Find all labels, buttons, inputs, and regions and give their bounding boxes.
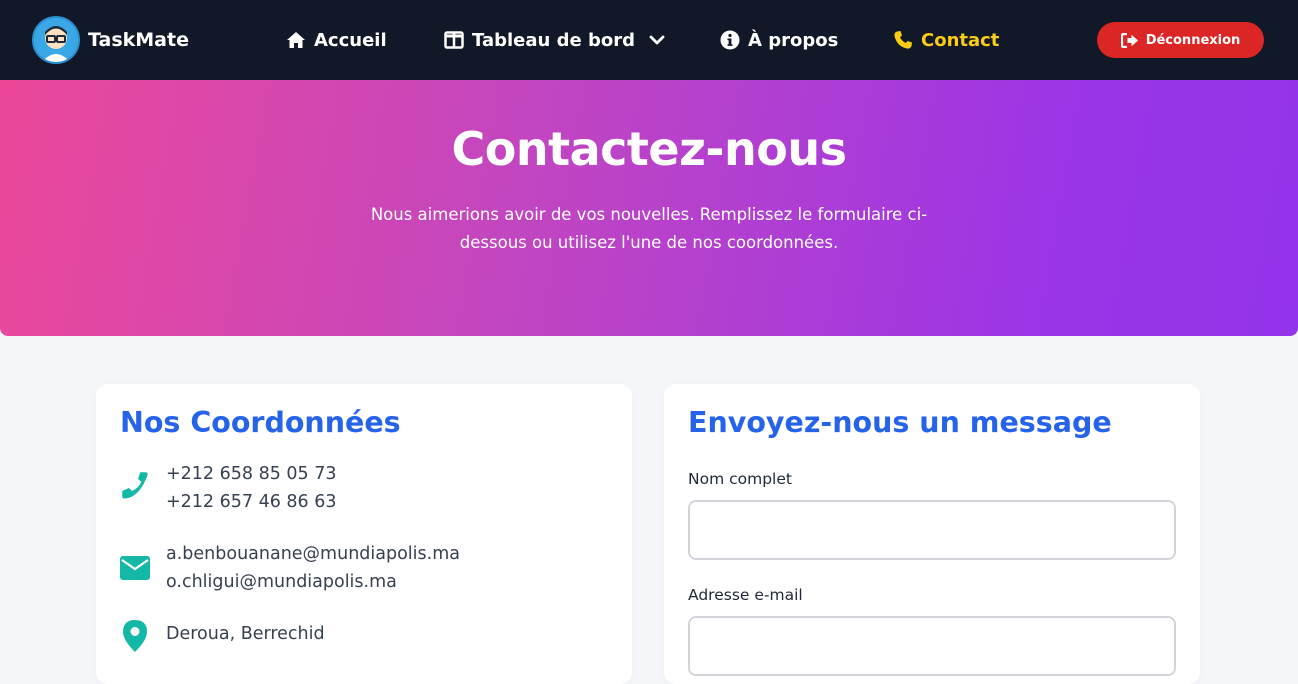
- contact-info-card: Nos Coordonnées +212 658 85 05 73 +212 6…: [96, 384, 632, 684]
- phone-icon: [120, 460, 150, 516]
- phone-number[interactable]: +212 658 85 05 73: [166, 460, 337, 488]
- info-circle-icon: [720, 30, 740, 50]
- nav-home-label: Accueil: [314, 29, 387, 51]
- brand-name: TaskMate: [88, 29, 189, 51]
- envelope-icon: [120, 540, 150, 596]
- phone-number[interactable]: +212 657 46 86 63: [166, 488, 337, 516]
- phone-row: +212 658 85 05 73 +212 657 46 86 63: [120, 460, 337, 516]
- nav-about[interactable]: À propos: [720, 26, 838, 54]
- columns-icon: [444, 31, 464, 49]
- nav-contact[interactable]: Contact: [893, 26, 999, 54]
- email-label: Adresse e-mail: [688, 586, 803, 604]
- name-label: Nom complet: [688, 470, 792, 488]
- location-text: Deroua, Berrechid: [166, 624, 325, 644]
- nav-dashboard[interactable]: Tableau de bord: [444, 26, 665, 54]
- page-title: Contactez-nous: [451, 122, 847, 176]
- nav-dashboard-label: Tableau de bord: [472, 29, 635, 51]
- home-icon: [287, 32, 305, 48]
- logout-button[interactable]: Déconnexion: [1097, 22, 1264, 58]
- brand[interactable]: TaskMate: [32, 16, 189, 64]
- form-title: Envoyez-nous un message: [688, 406, 1112, 439]
- message-form-card: Envoyez-nous un message Nom complet Adre…: [664, 384, 1200, 684]
- email-address[interactable]: o.chligui@mundiapolis.ma: [166, 568, 460, 596]
- name-field[interactable]: [688, 500, 1176, 560]
- email-address[interactable]: a.benbouanane@mundiapolis.ma: [166, 540, 460, 568]
- navbar: TaskMate Accueil Tableau de bord À propo…: [0, 0, 1298, 80]
- location-row: Deroua, Berrechid: [120, 620, 325, 652]
- logout-label: Déconnexion: [1145, 32, 1241, 48]
- email-field[interactable]: [688, 616, 1176, 676]
- phone-icon: [894, 31, 912, 49]
- sign-out-icon: [1120, 32, 1138, 48]
- nav-contact-label: Contact: [921, 29, 1000, 51]
- hero-banner: Contactez-nous Nous aimerions avoir de v…: [0, 80, 1298, 336]
- contact-info-title: Nos Coordonnées: [120, 406, 401, 439]
- avatar-glasses-icon: [32, 16, 80, 64]
- chevron-down-icon: [649, 35, 665, 45]
- hero-subtitle: Nous aimerions avoir de vos nouvelles. R…: [370, 205, 928, 252]
- nav-home[interactable]: Accueil: [286, 26, 387, 54]
- map-marker-icon: [120, 620, 150, 652]
- email-row: a.benbouanane@mundiapolis.ma o.chligui@m…: [120, 540, 460, 596]
- nav-about-label: À propos: [748, 29, 839, 51]
